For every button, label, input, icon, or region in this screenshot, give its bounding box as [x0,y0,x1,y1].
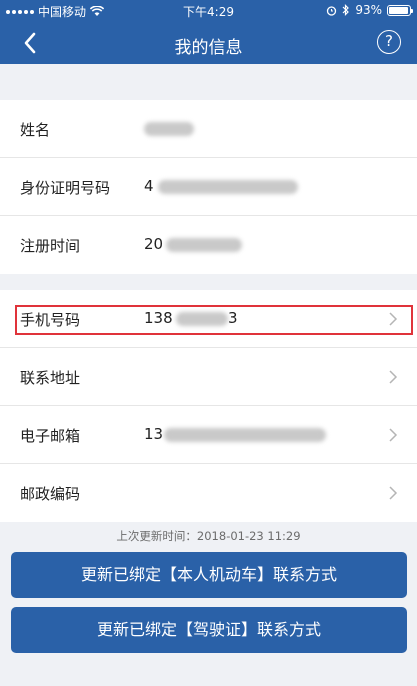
battery-percent: 93% [355,3,382,17]
row-label: 身份证明号码 [20,179,111,197]
status-bar: 中国移动 下午4:29 93% [0,0,417,20]
chevron-right-icon [389,428,398,442]
row-label: 电子邮箱 [20,427,81,445]
row-label: 注册时间 [20,237,81,255]
question-circle-icon[interactable]: ? [377,30,401,54]
redaction-blur [158,180,298,194]
last-update-time: 上次更新时间：2018-01-23 11:29 [116,529,301,543]
bluetooth-icon [342,4,350,16]
profile-row-register-time: 注册时间 20 [0,216,417,274]
redaction-blur [164,428,326,442]
update-license-contact-button[interactable]: 更新已绑定【驾驶证】联系方式 [11,607,407,653]
alarm-icon [327,5,337,16]
contact-row-address[interactable]: 联系地址 [0,348,417,406]
row-label: 姓名 [20,121,51,139]
update-vehicle-contact-button[interactable]: 更新已绑定【本人机动车】联系方式 [11,552,407,598]
chevron-right-icon [389,370,398,384]
highlight-box [15,305,413,335]
profile-group: 姓名 身份证明号码 4 注册时间 20 [0,100,417,274]
row-label: 邮政编码 [20,485,81,503]
nav-bar: 我的信息 ? [0,22,417,64]
row-label: 联系地址 [20,369,81,387]
row-value: 4 [144,177,154,195]
profile-row-name: 姓名 [0,100,417,158]
top-bar: 中国移动 下午4:29 93% 我的信息 ? [0,0,417,64]
contact-row-email[interactable]: 电子邮箱 13 [0,406,417,464]
profile-row-id-number: 身份证明号码 4 [0,158,417,216]
status-right: 93% [326,3,413,17]
chevron-right-icon [389,486,398,500]
page-title: 我的信息 [174,38,243,58]
redaction-blur [166,238,242,252]
contact-row-postcode[interactable]: 邮政编码 [0,464,417,522]
row-value: 20 [144,235,164,253]
redaction-blur [144,122,194,136]
row-value: 13 [144,425,164,443]
battery-icon [387,4,413,16]
